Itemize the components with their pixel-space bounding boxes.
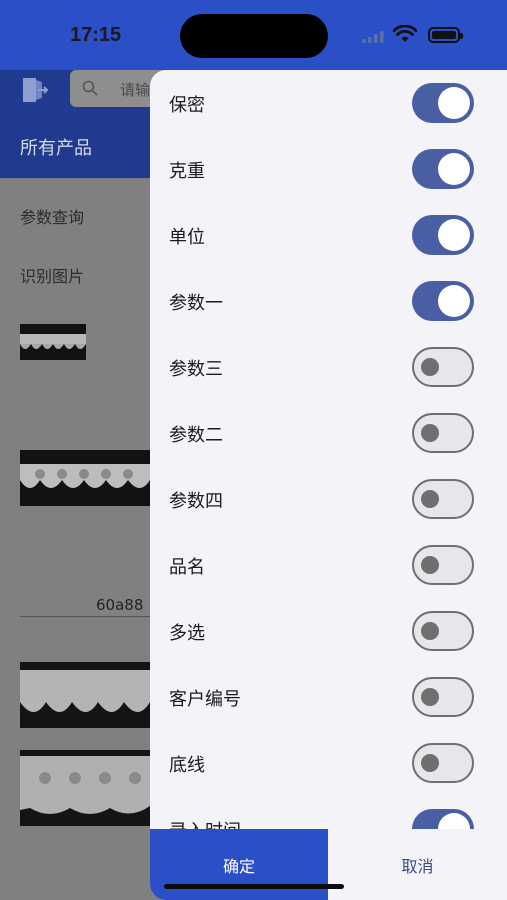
wifi-icon: [393, 25, 417, 42]
option-label: 多选: [169, 623, 205, 644]
option-row: 品名: [150, 532, 507, 598]
product-thumbnail[interactable]: [20, 450, 150, 506]
option-label: 参数一: [169, 293, 223, 314]
toggle-switch[interactable]: [412, 215, 474, 255]
option-row: 参数一: [150, 268, 507, 334]
divider: [20, 616, 160, 617]
option-label: 克重: [169, 161, 205, 182]
menu-identify-image[interactable]: 识别图片: [20, 263, 84, 287]
search-placeholder: 请输: [120, 81, 151, 99]
home-indicator[interactable]: [164, 884, 344, 889]
option-label: 参数三: [169, 359, 223, 380]
status-bar: 17:15: [0, 0, 507, 70]
option-row: 底线: [150, 730, 507, 796]
product-thumbnail[interactable]: [20, 662, 150, 728]
drawer-footer: 确定 取消: [150, 829, 507, 900]
toggle-switch[interactable]: [412, 413, 474, 453]
option-label: 参数四: [169, 491, 223, 512]
option-label: 参数二: [169, 425, 223, 446]
product-thumbnail[interactable]: [20, 324, 86, 360]
toggle-switch[interactable]: [412, 677, 474, 717]
toggle-switch[interactable]: [412, 479, 474, 519]
product-code: 60a88: [96, 596, 144, 614]
toggle-switch[interactable]: [412, 743, 474, 783]
toggle-switch[interactable]: [412, 281, 474, 321]
toggle-switch[interactable]: [412, 347, 474, 387]
option-row: 单位: [150, 202, 507, 268]
cancel-button[interactable]: 取消: [328, 829, 507, 900]
option-row: 参数三: [150, 334, 507, 400]
option-row: 保密: [150, 70, 507, 136]
toggle-switch[interactable]: [412, 611, 474, 651]
dynamic-island: [180, 14, 328, 58]
option-label: 客户编号: [169, 689, 241, 710]
option-label: 保密: [169, 95, 205, 116]
option-row: 参数四: [150, 466, 507, 532]
toggle-switch[interactable]: [412, 149, 474, 189]
search-icon: [82, 80, 98, 96]
option-row: 客户编号: [150, 664, 507, 730]
field-settings-drawer: 保密 克重 单位 参数一 参数三 参数二 参数四 品名 多选 客户编号 底线 确…: [150, 70, 507, 900]
page-title: 所有产品: [20, 138, 92, 159]
option-row: 多选: [150, 598, 507, 664]
option-label: 底线: [169, 755, 205, 776]
option-row: 参数二: [150, 400, 507, 466]
option-row: 克重: [150, 136, 507, 202]
cellular-signal-icon: [362, 31, 384, 43]
product-thumbnail[interactable]: [20, 750, 150, 826]
confirm-button[interactable]: 确定: [150, 829, 328, 900]
status-time: 17:15: [70, 24, 122, 46]
toggle-switch[interactable]: [412, 83, 474, 123]
option-label: 品名: [169, 557, 205, 578]
option-label: 单位: [169, 227, 205, 248]
battery-icon: [428, 27, 463, 43]
menu-param-query[interactable]: 参数查询: [20, 204, 84, 228]
toggle-switch[interactable]: [412, 545, 474, 585]
exit-icon[interactable]: [20, 76, 48, 104]
